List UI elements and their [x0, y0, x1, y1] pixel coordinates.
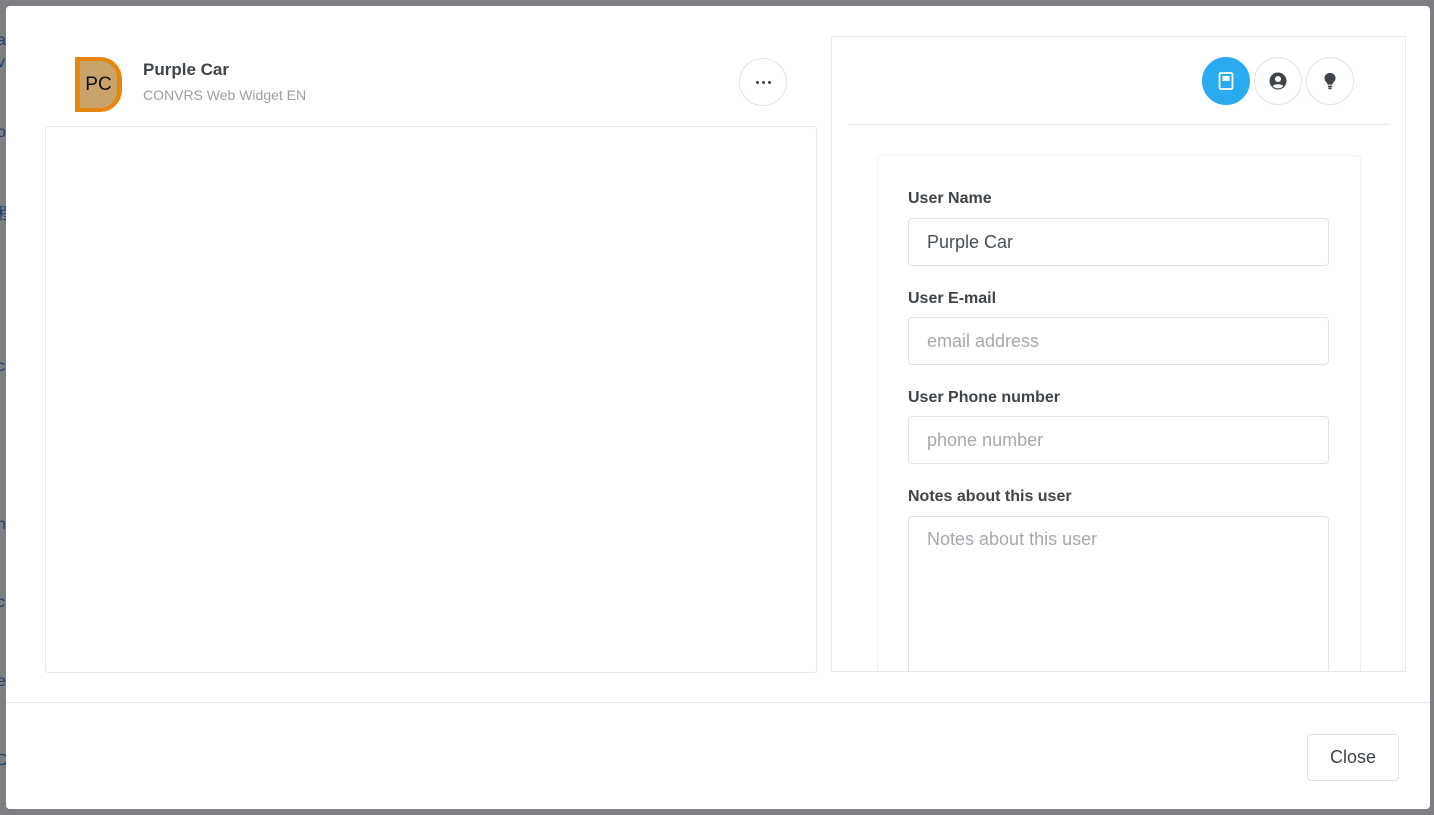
background-text: c — [0, 594, 5, 611]
more-horizontal-icon — [755, 80, 771, 84]
avatar-initials: PC — [80, 61, 117, 108]
channel-name: CONVRS Web Widget EN — [143, 87, 307, 103]
avatar: PC — [75, 57, 122, 112]
user-form: User Name User E-mail User Phone number … — [877, 155, 1361, 671]
notes-label: Notes about this user — [908, 488, 1072, 505]
side-panel-tabs — [848, 37, 1390, 125]
user-name-input[interactable] — [908, 218, 1329, 266]
user-details-modal: PC Purple Car CONVRS Web Widget EN User … — [6, 6, 1430, 809]
user-name-label: User Name — [908, 190, 992, 207]
notebook-icon — [1218, 72, 1234, 90]
chat-messages-area[interactable] — [45, 126, 817, 673]
tab-notes[interactable] — [1202, 57, 1250, 105]
user-phone-label: User Phone number — [908, 389, 1061, 406]
user-email-label: User E-mail — [908, 290, 997, 307]
more-options-button[interactable] — [739, 58, 787, 106]
tab-user[interactable] — [1254, 57, 1302, 105]
background-text: I — [0, 437, 1, 455]
chat-header: PC Purple Car CONVRS Web Widget EN — [6, 6, 832, 126]
notes-textarea[interactable] — [908, 516, 1329, 671]
contact-name: Purple Car — [143, 60, 229, 79]
user-email-input[interactable] — [908, 317, 1329, 365]
lightbulb-icon — [1324, 73, 1336, 90]
user-circle-icon — [1269, 72, 1287, 90]
modal-footer: Close — [6, 702, 1430, 809]
user-phone-input[interactable] — [908, 416, 1329, 464]
close-button[interactable]: Close — [1307, 734, 1399, 781]
user-side-panel: User Name User E-mail User Phone number … — [831, 36, 1406, 672]
background-text: c — [0, 358, 5, 375]
tab-tips[interactable] — [1306, 57, 1354, 105]
